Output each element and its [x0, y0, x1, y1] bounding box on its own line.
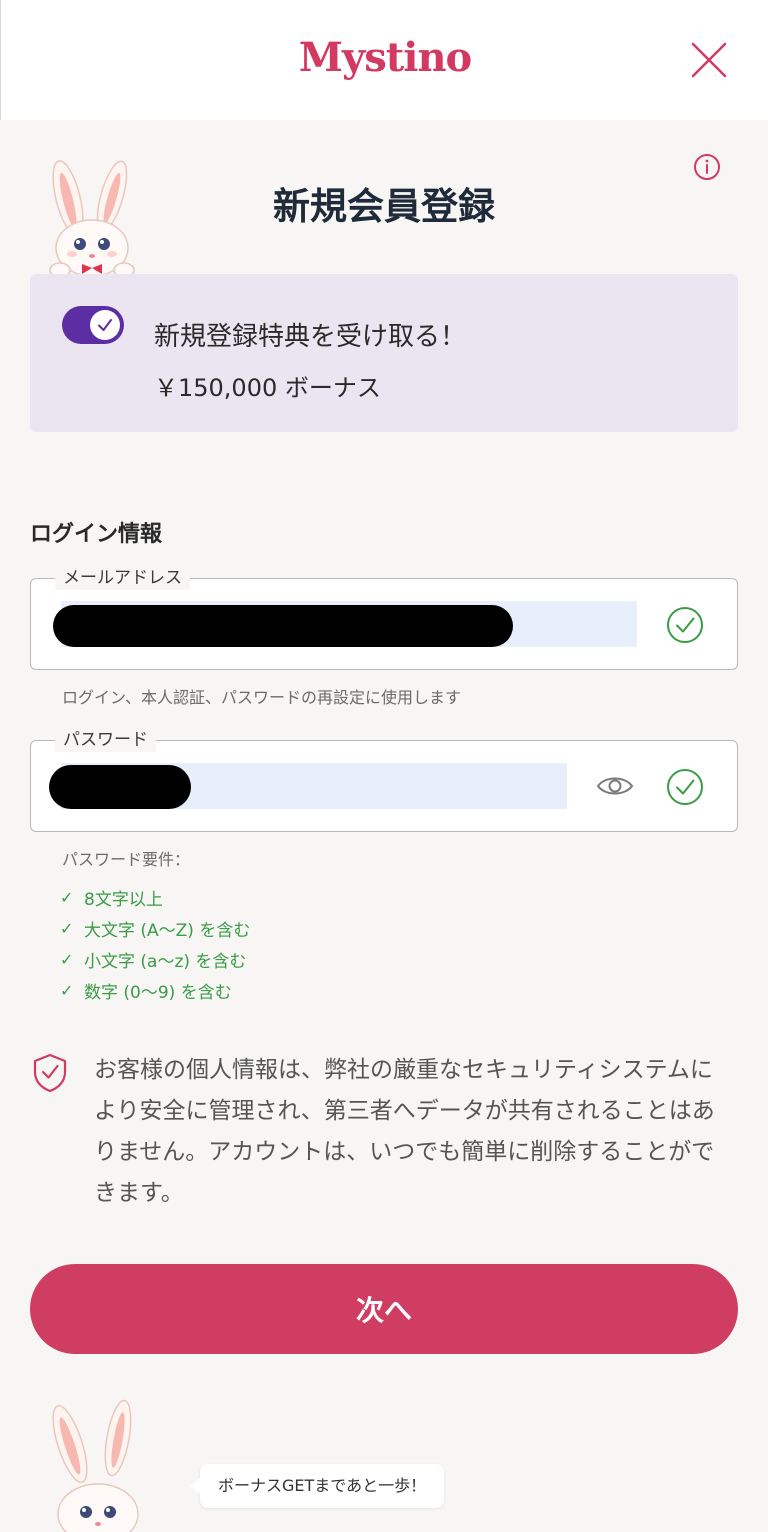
check-icon: ✓: [60, 981, 74, 1000]
requirement-item: ✓ 数字 (0〜9) を含む: [60, 975, 250, 1006]
shield-check-icon: [33, 1053, 67, 1093]
email-hint: ログイン、本人認証、パスワードの再設定に使用します: [62, 688, 462, 707]
privacy-notice: お客様の個人情報は、弊社の厳重なセキュリティシステムにより安全に管理され、第三者…: [94, 1057, 715, 1206]
requirement-text: 小文字 (a〜z) を含む: [84, 952, 247, 972]
requirement-text: 数字 (0〜9) を含む: [84, 983, 232, 1003]
bonus-toggle[interactable]: [62, 306, 124, 344]
speech-bubble-text: ボーナスGETまであと一歩！: [218, 1476, 427, 1495]
login-info-heading: ログイン情報: [30, 522, 163, 547]
check-icon: ✓: [60, 919, 74, 938]
bubble-tail: [190, 1478, 200, 1494]
toggle-knob: [90, 310, 120, 340]
password-requirements-list: ✓ 8文字以上 ✓ 大文字 (A〜Z) を含む ✓ 小文字 (a〜z) を含む ✓ 数字…: [60, 882, 250, 1006]
requirement-item: ✓ 8文字以上: [60, 882, 250, 913]
logo: Mystino: [298, 34, 472, 81]
speech-bubble: ボーナスGETまであと一歩！: [190, 1464, 445, 1508]
password-field: パスワード: [30, 728, 738, 832]
redaction-mark: [49, 765, 191, 809]
info-icon[interactable]: [692, 152, 722, 182]
password-requirements-title: パスワード要件：: [62, 850, 191, 869]
email-field-label: メールアドレス: [55, 566, 190, 590]
next-button[interactable]: 次へ: [30, 1264, 738, 1354]
redaction-mark: [53, 605, 513, 647]
check-icon: ✓: [60, 888, 74, 907]
bonus-title: 新規登録特典を受け取る！: [154, 322, 467, 352]
requirement-item: ✓ 大文字 (A〜Z) を含む: [60, 913, 250, 944]
requirement-text: 大文字 (A〜Z) を含む: [84, 921, 251, 941]
valid-check-icon: [667, 607, 703, 643]
password-field-label: パスワード: [55, 728, 156, 752]
requirement-item: ✓ 小文字 (a〜z) を含む: [60, 944, 250, 975]
bonus-card: 新規登録特典を受け取る！ ￥150,000 ボーナス: [30, 274, 738, 432]
valid-check-icon: [667, 769, 703, 805]
page-title: 新規会員登録: [273, 185, 495, 228]
close-icon[interactable]: [687, 38, 731, 82]
header-bar: Mystino: [0, 0, 768, 120]
bonus-amount: ￥150,000 ボーナス: [154, 374, 381, 402]
requirement-text: 8文字以上: [84, 890, 163, 910]
check-icon: [98, 319, 112, 331]
check-icon: ✓: [60, 950, 74, 969]
email-field: メールアドレス: [30, 566, 738, 670]
bunny-mascot-image: [52, 1399, 139, 1532]
eye-icon[interactable]: [595, 771, 635, 801]
